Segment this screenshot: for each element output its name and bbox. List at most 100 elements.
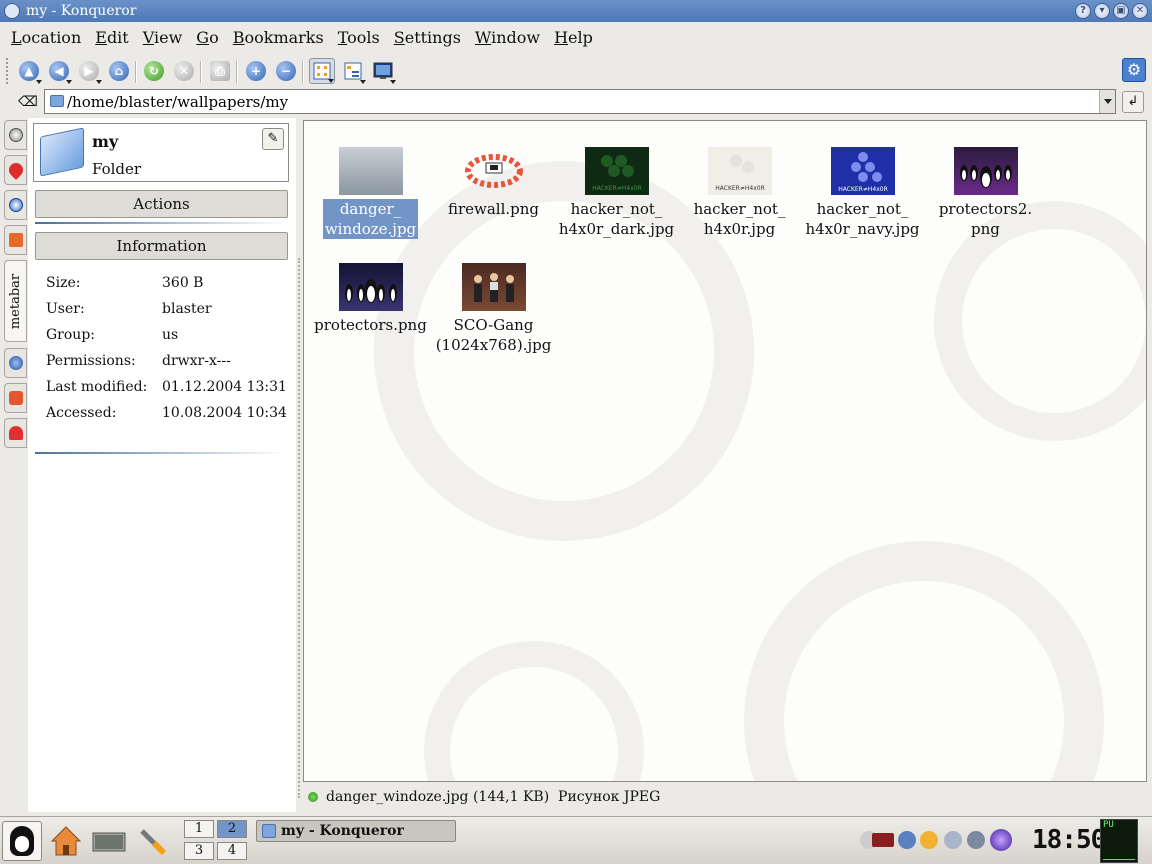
disk-icon[interactable] (944, 831, 962, 849)
icon-view-icon (313, 62, 331, 80)
zoom-in-button[interactable]: + (243, 58, 269, 84)
file-thumbnail (461, 263, 526, 311)
tab-metabar[interactable]: metabar (4, 260, 27, 342)
home-icon (8, 233, 23, 247)
info-row-group: Group: us (46, 327, 179, 343)
menu-window[interactable]: Window (468, 24, 547, 52)
kde-gear-icon[interactable]: ⚙ (1122, 58, 1146, 82)
globe-icon[interactable] (990, 829, 1012, 851)
menu-help[interactable]: Help (547, 24, 600, 52)
svg-text:HACKER≠H4x0R: HACKER≠H4x0R (715, 185, 765, 192)
main-toolbar: ▲ ◀ ▶ ⌂ ↻ ✕ ⎙ + − ⚙ (0, 55, 1152, 87)
system-monitor[interactable]: PU (1100, 819, 1138, 863)
desktop-3[interactable]: 3 (184, 842, 214, 860)
up-button[interactable]: ▲ (16, 58, 42, 84)
minimize-window-button[interactable]: ▾ (1094, 3, 1110, 19)
image-preview-button[interactable] (370, 58, 396, 84)
location-bar: ⌫ ↲ (0, 89, 1152, 115)
configure-metabar-button[interactable]: ✎ (262, 128, 284, 150)
heart-icon (5, 160, 26, 180)
konqueror-app-icon[interactable] (4, 3, 20, 19)
location-input[interactable] (67, 91, 1087, 112)
zoom-out-icon: − (276, 61, 296, 81)
actions-section-button[interactable]: Actions (35, 190, 288, 218)
metabar-panel: my Folder ✎ Actions Information Size: 360… (28, 118, 296, 812)
network-icon[interactable] (967, 831, 985, 849)
task-konqueror[interactable]: my - Konqueror (256, 820, 456, 842)
home-icon (50, 826, 82, 856)
tab-root[interactable] (4, 418, 27, 448)
location-combobox[interactable] (44, 89, 1116, 114)
menu-settings[interactable]: Settings (387, 24, 468, 52)
menu-tools[interactable]: Tools (331, 24, 387, 52)
window-title: my - Konqueror (26, 3, 137, 19)
globe-icon (8, 356, 23, 370)
file-item[interactable]: protectors2. png (924, 147, 1047, 239)
window-titlebar[interactable]: my - Konqueror ? ▾ ▣ ✕ (0, 0, 1152, 22)
control-center-launcher[interactable] (136, 825, 168, 857)
tree-view-button[interactable] (340, 58, 366, 84)
menu-bookmarks[interactable]: Bookmarks (226, 24, 331, 52)
file-icon-view[interactable]: danger_ windoze.jpg firewall.png HACKER≠H… (303, 120, 1147, 782)
tab-history[interactable] (4, 190, 27, 220)
reload-button[interactable]: ↻ (141, 58, 167, 84)
go-button[interactable]: ↲ (1122, 91, 1144, 113)
clear-location-button[interactable]: ⌫ (18, 93, 38, 111)
file-item[interactable]: HACKER≠H4x0R hacker_not_ h4x0r.jpg (678, 147, 801, 239)
tab-bookmarks[interactable] (4, 155, 27, 185)
print-button[interactable]: ⎙ (207, 58, 233, 84)
clock-icon (8, 198, 23, 212)
panel-splitter[interactable] (296, 118, 302, 812)
navigation-panel-tabs: metabar (3, 118, 27, 812)
file-item[interactable]: danger_ windoze.jpg (309, 147, 432, 239)
desktop-2[interactable]: 2 (217, 820, 247, 838)
file-item[interactable]: protectors.png (309, 263, 432, 335)
file-thumbnail (464, 147, 524, 195)
status-led-icon (308, 792, 318, 802)
tab-network[interactable] (4, 348, 27, 378)
zoom-out-button[interactable]: − (273, 58, 299, 84)
volume-icon[interactable] (898, 831, 916, 849)
close-window-button[interactable]: ✕ (1132, 3, 1148, 19)
stop-icon: ✕ (174, 61, 194, 81)
file-item[interactable]: HACKER≠H4x0R hacker_not_ h4x0r_navy.jpg (801, 147, 924, 239)
file-item[interactable]: firewall.png (432, 147, 555, 219)
menu-edit[interactable]: Edit (88, 24, 135, 52)
file-thumbnail: HACKER≠H4x0R (830, 147, 895, 195)
home-launcher[interactable] (50, 825, 82, 857)
back-button[interactable]: ◀ (46, 58, 72, 84)
file-item[interactable]: HACKER≠H4x0R hacker_not_ h4x0r_dark.jpg (555, 147, 678, 239)
file-thumbnail: HACKER≠H4x0R (707, 147, 772, 195)
info-row-accessed: Accessed: 10.08.2004 10:34 (46, 405, 287, 421)
print-icon: ⎙ (210, 61, 230, 81)
file-name: SCO-Gang (1024x768).jpg (435, 316, 552, 354)
stop-button[interactable]: ✕ (171, 58, 197, 84)
information-section-button[interactable]: Information (35, 232, 288, 260)
desktop-launcher[interactable] (92, 829, 126, 855)
icon-view-button[interactable] (309, 58, 335, 84)
file-name: protectors.png (314, 316, 427, 334)
tab-home[interactable] (4, 225, 27, 255)
battery-icon[interactable] (872, 833, 894, 847)
menu-view[interactable]: View (136, 24, 190, 52)
file-thumbnail (953, 147, 1018, 195)
toolbar-grip[interactable] (6, 58, 10, 84)
help-window-button[interactable]: ? (1075, 3, 1091, 19)
k-menu-button[interactable] (2, 821, 42, 861)
menu-location[interactable]: Location (4, 24, 88, 52)
tab-services[interactable] (4, 383, 27, 413)
home-button[interactable]: ⌂ (106, 58, 132, 84)
tab-devices[interactable] (4, 120, 27, 150)
info-row-last-modified: Last modified: 01.12.2004 13:31 (46, 379, 287, 395)
status-bar: danger_windoze.jpg (144,1 KB) Рисунок JP… (303, 786, 1147, 808)
maximize-window-button[interactable]: ▣ (1113, 3, 1129, 19)
clock[interactable]: 18:50 (1032, 825, 1106, 855)
desktop-4[interactable]: 4 (217, 842, 247, 860)
file-item[interactable]: SCO-Gang (1024x768).jpg (432, 263, 555, 355)
clipboard-icon[interactable] (920, 831, 938, 849)
location-history-dropdown[interactable] (1099, 90, 1115, 113)
desktop-1[interactable]: 1 (184, 820, 214, 838)
info-row-permissions: Permissions: drwxr-x--- (46, 353, 231, 369)
menu-go[interactable]: Go (189, 24, 225, 52)
forward-button[interactable]: ▶ (76, 58, 102, 84)
